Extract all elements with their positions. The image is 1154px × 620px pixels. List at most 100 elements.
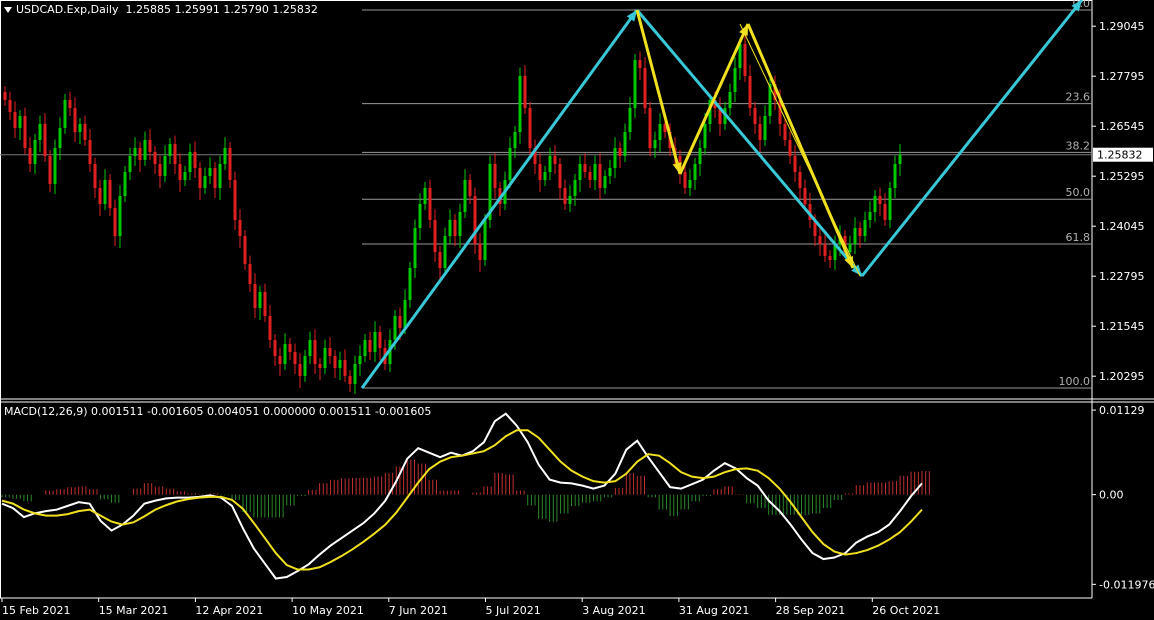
candle-body	[63, 100, 67, 128]
candle-body	[138, 148, 142, 160]
candle-body	[83, 124, 87, 140]
cyan-arrow-up-projection	[860, 0, 1084, 277]
candle-body	[303, 356, 307, 376]
candle-body	[318, 364, 322, 368]
candle-body	[53, 148, 57, 184]
candle-body	[698, 148, 702, 164]
fib-level-label: 100.0	[1059, 375, 1091, 388]
yellow-arrow-up	[678, 23, 750, 175]
candle-body	[88, 140, 92, 164]
candle-body	[243, 236, 247, 264]
candle-body	[343, 360, 347, 376]
candle-body	[288, 344, 292, 352]
candle-body	[353, 364, 357, 384]
candle-body	[313, 340, 317, 364]
price-tick-label: 1.26545	[1099, 120, 1145, 133]
candle-body	[578, 164, 582, 180]
candle-body	[133, 148, 137, 156]
candle-body	[268, 316, 272, 340]
candle-body	[148, 140, 152, 152]
candle-body	[28, 148, 32, 164]
candle-body	[328, 348, 332, 356]
candle-body	[883, 204, 887, 220]
candle-body	[293, 352, 297, 364]
candle-body	[143, 140, 147, 160]
macd-tick-label: 0.01129	[1099, 404, 1145, 417]
candle-body	[478, 244, 482, 260]
date-tick-label: 12 Apr 2021	[195, 604, 263, 617]
candle-body	[333, 356, 337, 368]
candle-body	[68, 100, 72, 108]
candle-body	[703, 124, 707, 148]
candle-body	[118, 196, 122, 236]
candle-body	[323, 348, 327, 368]
price-axis: 1.29045 1.27795 1.26545 1.25295 1.24045 1.227…	[1092, 20, 1154, 591]
candle-body	[183, 172, 187, 180]
dropdown-triangle-icon[interactable]	[4, 7, 12, 13]
candle-body	[758, 124, 762, 140]
candle-body	[108, 180, 112, 208]
candle-body	[508, 148, 512, 180]
candle-body	[653, 140, 657, 148]
fib-level-label: 61.8	[1066, 231, 1091, 244]
price-chart[interactable]: 0.023.638.250.061.8100.0 1.290451.277951…	[0, 0, 1154, 620]
candle-body	[228, 148, 232, 180]
candle-body	[583, 164, 587, 172]
price-tick-label: 1.27795	[1099, 70, 1145, 83]
candle-body	[623, 132, 627, 156]
candle-body	[73, 108, 77, 132]
candle-body	[3, 92, 7, 100]
candle-body	[608, 168, 612, 176]
candle-body	[443, 236, 447, 268]
candlesticks	[3, 35, 902, 394]
candle-body	[803, 188, 807, 204]
ohlc-values: 1.25885 1.25991 1.25790 1.25832	[125, 3, 318, 16]
date-tick-label: 31 Aug 2021	[679, 604, 749, 617]
candle-body	[398, 316, 402, 328]
candle-body	[113, 208, 117, 236]
candle-body	[793, 156, 797, 172]
candle-body	[818, 236, 822, 244]
candle-body	[238, 220, 242, 236]
candle-body	[253, 284, 257, 308]
candle-body	[18, 116, 22, 128]
candle-body	[178, 164, 182, 180]
candle-body	[78, 124, 82, 132]
candle-body	[513, 132, 517, 148]
candle-body	[98, 188, 102, 204]
candle-body	[473, 196, 477, 244]
candle-body	[593, 164, 597, 180]
price-tick-label: 1.29045	[1099, 20, 1145, 33]
candle-body	[363, 340, 367, 356]
chart-frame	[0, 0, 1154, 599]
candle-body	[348, 376, 352, 384]
candle-body	[603, 176, 607, 188]
candle-body	[278, 356, 282, 364]
candle-body	[643, 68, 647, 108]
candle-body	[408, 268, 412, 300]
candle-body	[648, 108, 652, 148]
candle-body	[358, 356, 362, 364]
candle-body	[733, 68, 737, 92]
candle-body	[683, 172, 687, 188]
candle-body	[418, 204, 422, 228]
date-tick-label: 15 Feb 2021	[2, 604, 70, 617]
date-tick-label: 5 Jul 2021	[486, 604, 541, 617]
candle-body	[563, 188, 567, 204]
date-tick-label: 28 Sep 2021	[776, 604, 846, 617]
candle-body	[823, 244, 827, 256]
price-tick-label: 1.25295	[1099, 170, 1145, 183]
candle-body	[558, 164, 562, 188]
candle-body	[298, 364, 302, 376]
candle-body	[128, 156, 132, 172]
current-price-label: 1.25832	[1097, 149, 1143, 162]
candle-body	[618, 148, 622, 156]
candle-body	[588, 172, 592, 180]
candle-body	[223, 148, 227, 164]
candle-body	[828, 256, 832, 260]
candle-body	[573, 180, 577, 196]
candle-body	[233, 180, 237, 220]
macd-indicator	[1, 412, 930, 580]
candle-body	[633, 60, 637, 108]
candle-body	[738, 44, 742, 68]
